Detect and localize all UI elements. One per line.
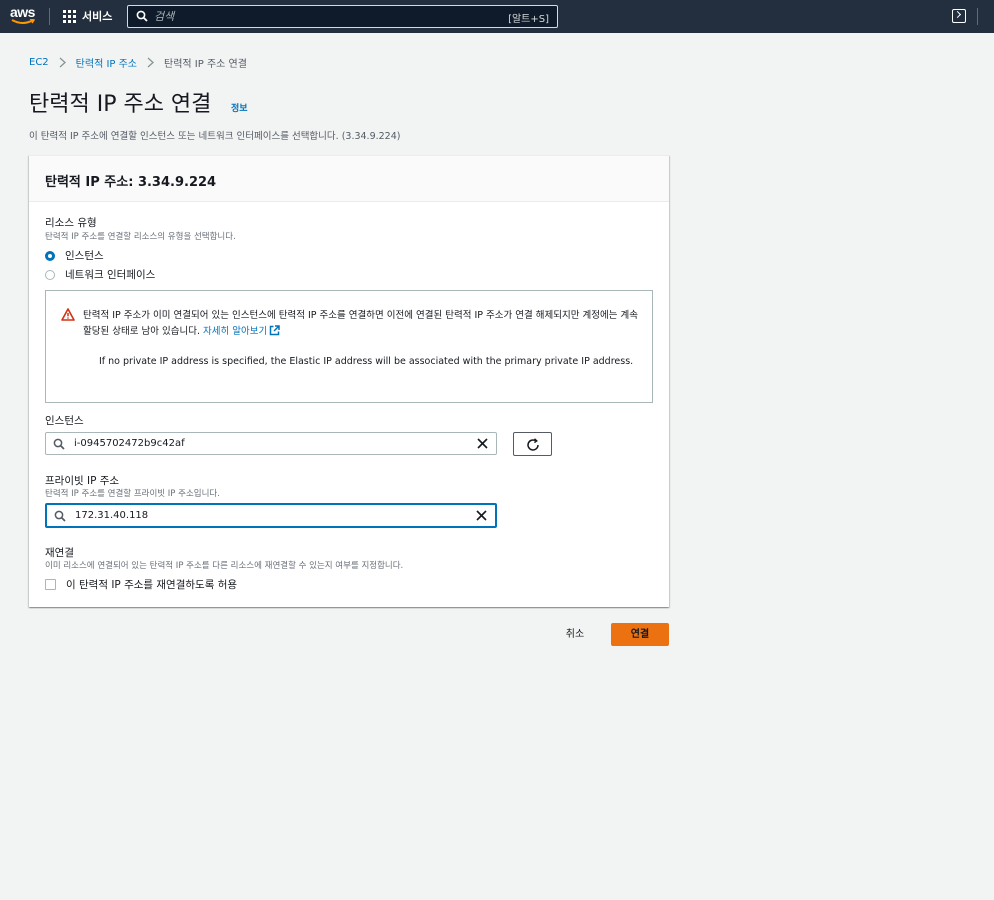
radio-label-network-interface: 네트워크 인터페이스 [65,269,156,281]
grid-icon [63,9,76,23]
topbar-divider [49,8,50,25]
alert-message-text: 탄력적 IP 주소가 이미 연결되어 있는 인스턴스에 탄력적 IP 주소를 연… [83,310,638,337]
breadcrumb-link-elastic-ips[interactable]: 탄력적 IP 주소 [76,55,137,70]
info-link[interactable]: 정보 [231,101,248,114]
warning-alert: 탄력적 IP 주소가 이미 연결되어 있는 인스턴스에 탄력적 IP 주소를 연… [45,290,653,403]
aws-logo-text: aws [10,4,35,20]
search-icon [136,10,148,22]
warning-icon [61,308,75,321]
radio-button-unchecked[interactable] [45,269,55,280]
reassociation-checkbox-row[interactable]: 이 탄력적 IP 주소를 재연결하도록 허용 [45,577,237,592]
alert-message: 탄력적 IP 주소가 이미 연결되어 있는 인스턴스에 탄력적 IP 주소를 연… [83,308,643,340]
refresh-button[interactable] [513,432,552,456]
refresh-icon [527,438,539,451]
close-icon[interactable] [477,438,488,449]
private-ip-description: 탄력적 IP 주소를 연결할 프라이빗 IP 주소입니다. [45,489,220,499]
cancel-button[interactable]: 취소 [553,623,597,646]
alert-note: If no private IP address is specified, t… [99,356,634,367]
global-search-box[interactable]: [알트+S] [127,5,558,28]
radio-option-instance[interactable]: 인스턴스 [45,248,104,263]
chevron-right-icon [59,57,66,68]
aws-smile-icon [11,19,35,24]
global-search-input[interactable] [154,8,474,25]
radio-option-network-interface[interactable]: 네트워크 인터페이스 [45,267,155,282]
breadcrumb-current: 탄력적 IP 주소 연결 [164,59,247,70]
radio-label-instance: 인스턴스 [65,250,104,262]
reassociation-checkbox-label: 이 탄력적 IP 주소를 재연결하도록 허용 [66,579,238,591]
panel-header: 탄력적 IP 주소: 3.34.9.224 [29,156,669,202]
page-description: 이 탄력적 IP 주소에 연결할 인스턴스 또는 네트워크 인터페이스를 선택합… [29,131,401,142]
breadcrumb-link-ec2[interactable]: EC2 [29,57,49,68]
topbar-divider-right [977,8,978,25]
reassociation-checkbox[interactable] [45,579,56,590]
instance-search-field[interactable]: i-0945702472b9c42af [45,432,497,455]
associate-button[interactable]: 연결 [611,623,669,646]
reassociation-label: 재연결 [45,547,74,559]
breadcrumb: EC2 탄력적 IP 주소 탄력적 IP 주소 연결 [29,55,247,70]
learn-more-link[interactable]: 자세히 알아보기 [203,326,267,337]
services-label: 서비스 [82,10,113,23]
private-ip-search-field[interactable]: 172.31.40.118 [45,503,497,528]
close-icon[interactable] [476,510,487,521]
resource-type-label: 리소스 유형 [45,217,97,229]
instance-value[interactable]: i-0945702472b9c42af [74,438,185,449]
cloudshell-icon[interactable] [952,9,966,23]
radio-button-checked[interactable] [45,250,55,261]
services-menu-button[interactable]: 서비스 [63,7,112,25]
search-icon [53,438,65,450]
associate-eip-panel: 탄력적 IP 주소: 3.34.9.224 리소스 유형 탄력적 IP 주소를 … [29,155,669,607]
external-link-icon [269,325,280,336]
search-shortcut-hint: [알트+S] [508,14,549,25]
reassociation-description: 이미 리소스에 연결되어 있는 탄력적 IP 주소를 다른 리소스에 재연결할 … [45,561,404,571]
panel-title: 탄력적 IP 주소: 3.34.9.224 [45,175,217,190]
private-ip-value[interactable]: 172.31.40.118 [75,510,148,521]
page-title: 탄력적 IP 주소 연결 [29,92,212,117]
top-navigation-bar: aws 서비스 [알트+S] [0,0,994,33]
private-ip-label: 프라이빗 IP 주소 [45,475,120,487]
search-icon [54,510,66,522]
chevron-right-icon [147,57,154,68]
instance-label: 인스턴스 [45,415,84,427]
resource-type-description: 탄력적 IP 주소를 연결할 리소스의 유형을 선택합니다. [45,232,236,242]
aws-logo[interactable]: aws [10,4,38,28]
